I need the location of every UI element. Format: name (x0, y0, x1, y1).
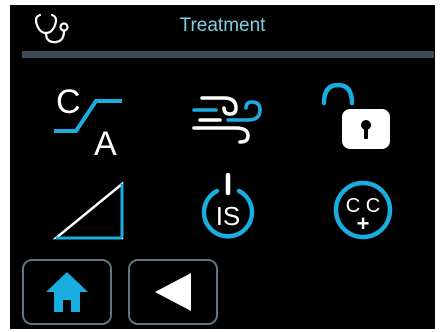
back-button[interactable] (128, 259, 218, 325)
home-button[interactable] (22, 259, 112, 325)
header-divider (22, 51, 434, 58)
cc-plus-icon: C C + (333, 180, 393, 240)
wind-icon (192, 96, 262, 144)
home-icon (46, 272, 88, 312)
cc-plus-button[interactable]: C C + (332, 179, 394, 241)
is-label: IS (216, 201, 241, 231)
ca-switch-icon: C A (54, 83, 122, 159)
back-triangle-icon (155, 273, 191, 311)
lock-button[interactable] (318, 79, 394, 155)
wind-button[interactable] (190, 90, 266, 144)
ca-switch-button[interactable]: C A (50, 83, 128, 159)
header: Treatment (10, 5, 435, 58)
is-power-button[interactable]: IS (195, 173, 261, 241)
ramp-button[interactable] (52, 180, 128, 244)
unlocked-padlock-icon (321, 82, 390, 149)
ramp-triangle-icon (52, 181, 124, 240)
is-power-icon: IS (201, 173, 255, 239)
cc-plus-sign: + (357, 211, 370, 236)
treatment-screen: Treatment C A IS C C + (10, 5, 435, 329)
ca-top-letter: C (56, 83, 81, 121)
ca-bottom-letter: A (94, 125, 117, 159)
page-title: Treatment (179, 15, 266, 36)
